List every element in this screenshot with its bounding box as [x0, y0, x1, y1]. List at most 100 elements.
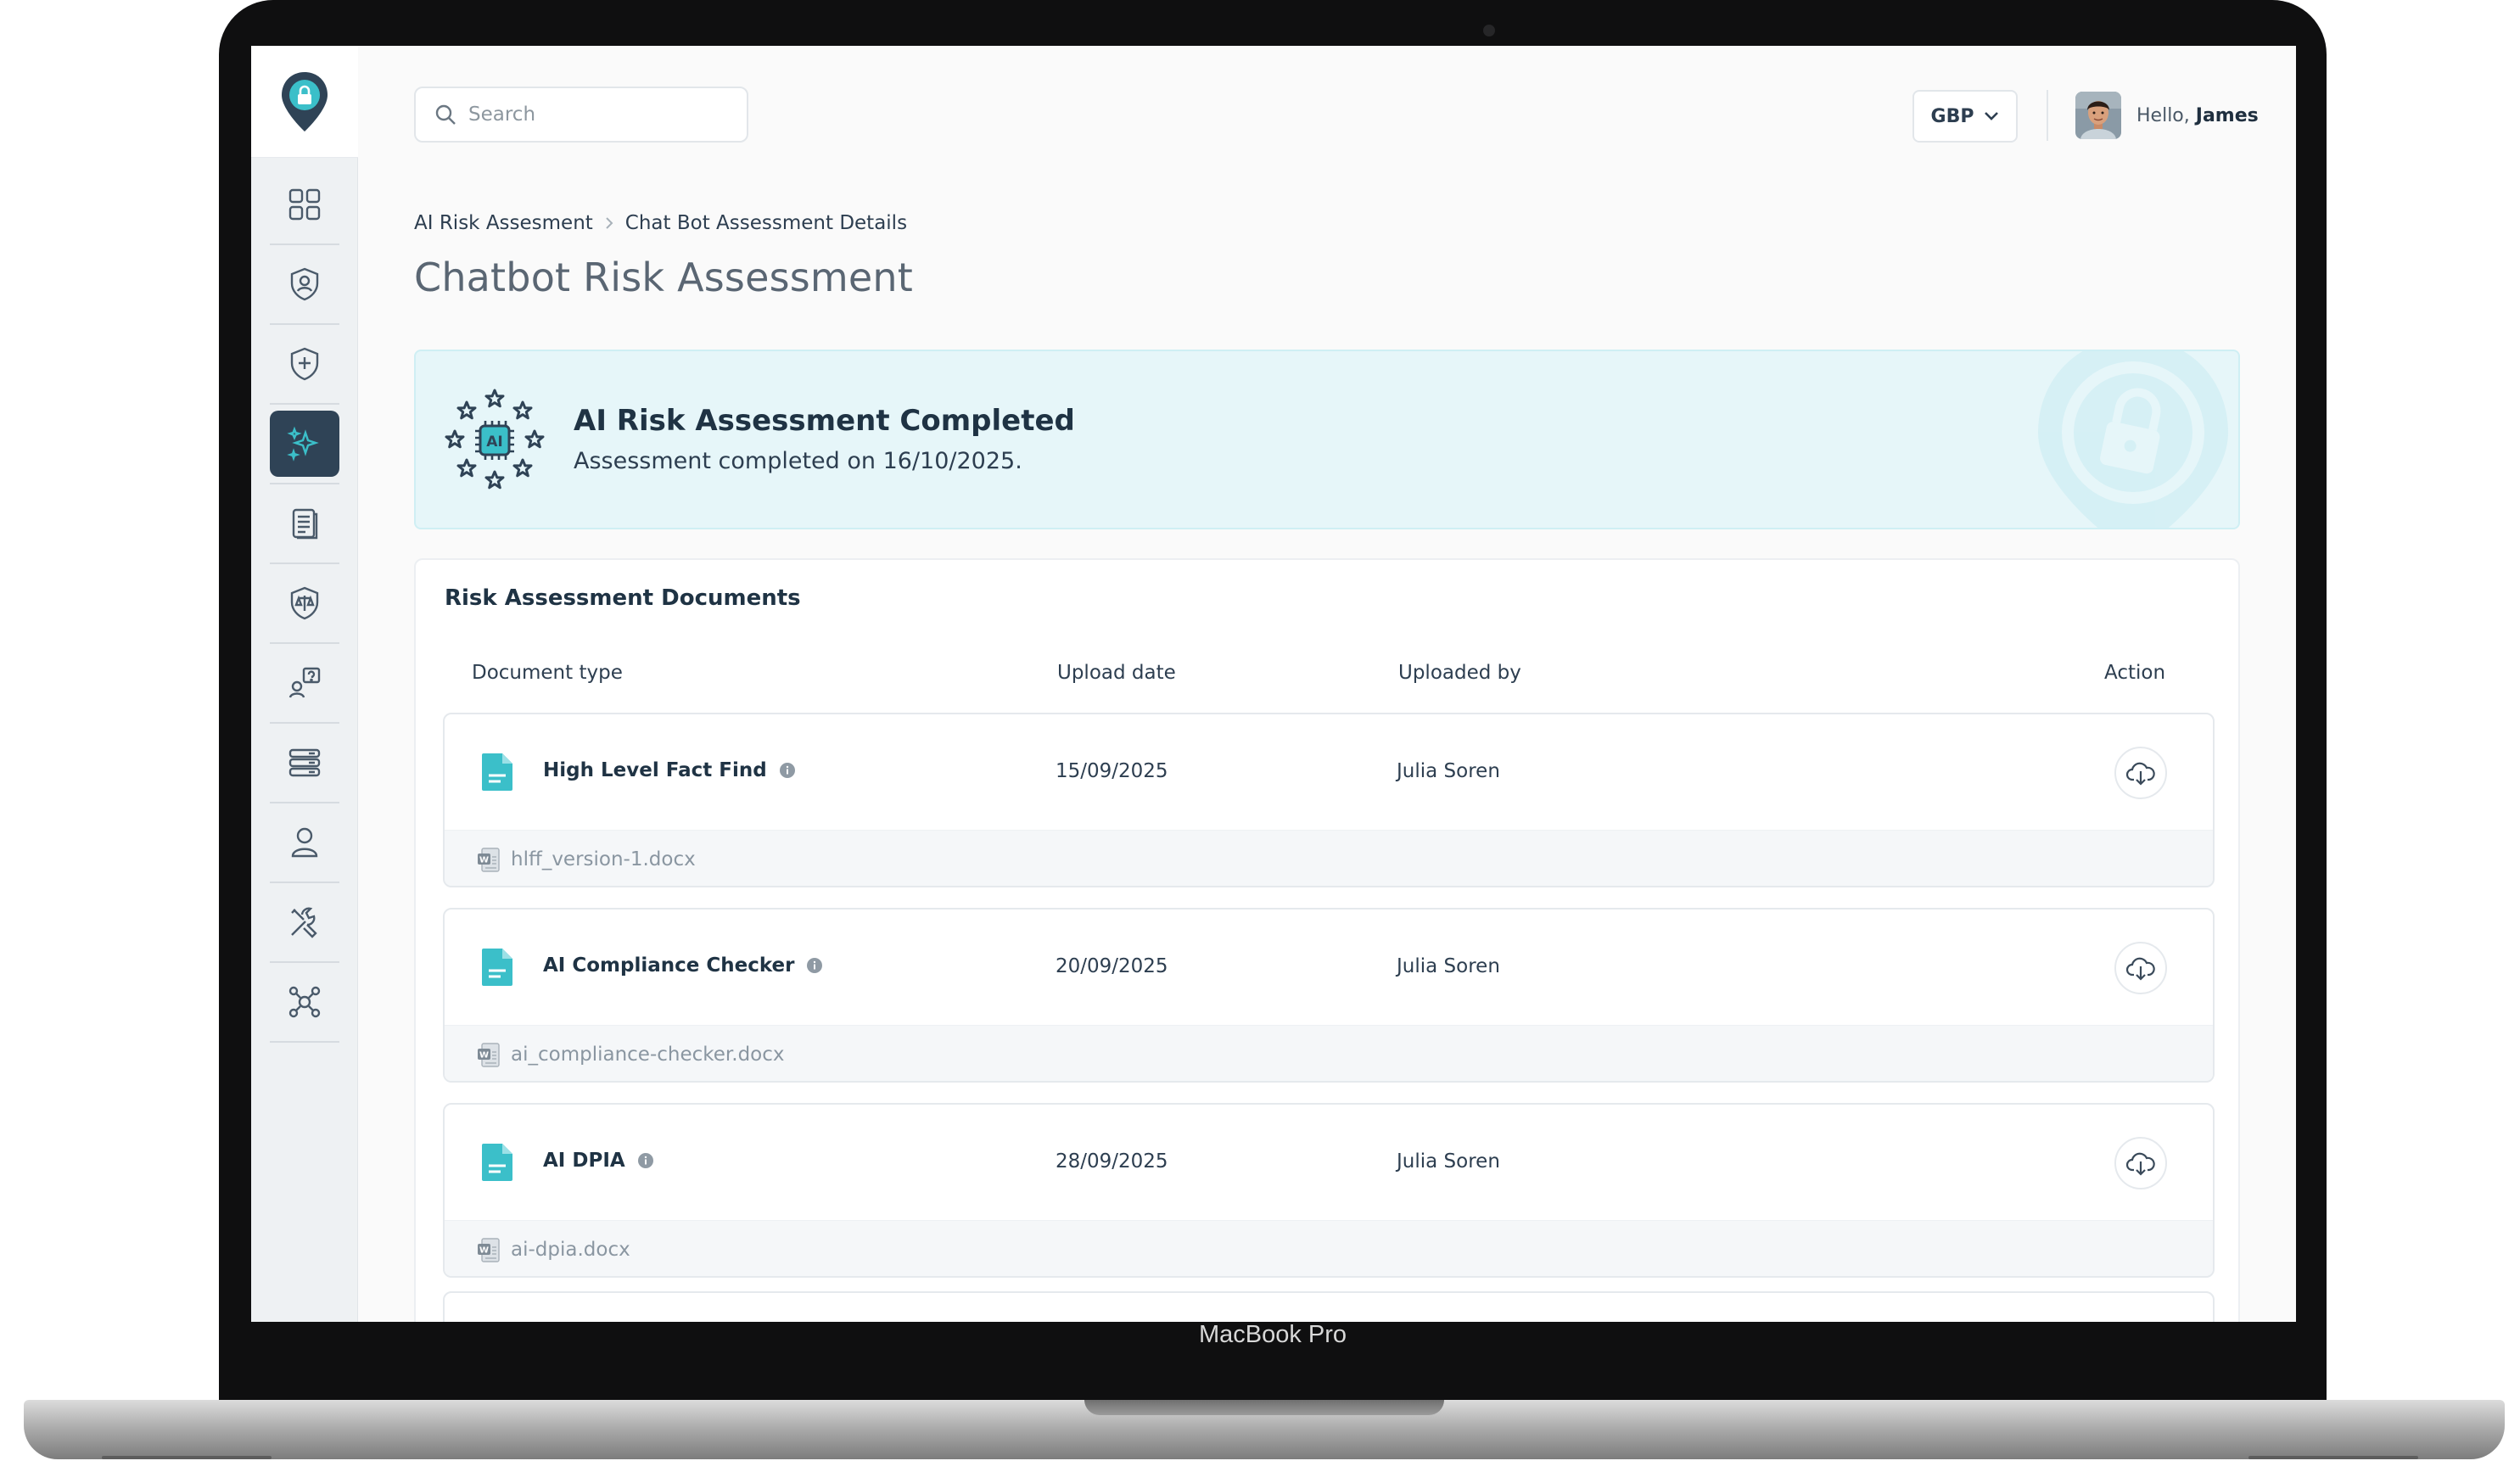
sidebar [251, 46, 358, 1322]
user-question-icon [288, 667, 321, 698]
document-type: AI Compliance Checker [543, 954, 823, 977]
greeting-prefix: Hello, [2136, 105, 2190, 126]
location-lock-logo-icon [282, 71, 328, 132]
sidebar-item-support[interactable] [270, 650, 339, 724]
completion-banner: AI AI Risk Assessment Completed Assessme… [414, 350, 2240, 529]
document-icon [482, 753, 512, 791]
banner-subtitle: Assessment completed on 16/10/2025. [574, 448, 1022, 474]
cloud-download-icon [2126, 957, 2155, 981]
column-header-action: Action [2104, 662, 2166, 684]
word-file-icon: W [478, 1043, 500, 1067]
chevron-right-icon [606, 217, 613, 229]
sidebar-item-ai-risk[interactable] [270, 411, 339, 484]
download-button[interactable] [2114, 747, 2167, 799]
avatar-portrait [2075, 92, 2121, 139]
row-main: AI DPIA 28/09/2025 Julia Soren [445, 1105, 2213, 1220]
search-input[interactable] [468, 104, 723, 126]
attached-file[interactable]: W ai_compliance-checker.docx [445, 1025, 2213, 1081]
sidebar-item-user-protection[interactable] [270, 251, 339, 325]
upload-date: 28/09/2025 [1056, 1150, 1168, 1173]
scales-shield-icon [290, 586, 319, 620]
search-icon [435, 104, 456, 125]
header-divider [2047, 90, 2048, 141]
documents-card: Risk Assessment Documents Document type … [414, 558, 2240, 1322]
document-type-label: AI Compliance Checker [543, 954, 795, 977]
table-row: High Level Fact Find 15/09/2025 Julia So… [443, 713, 2215, 887]
table-row: AI Compliance Checker 20/09/2025 Julia S… [443, 908, 2215, 1083]
laptop-foot-right [2248, 1456, 2418, 1459]
ai-stars-badge-icon: AI [445, 389, 545, 490]
column-header-upload-date: Upload date [1057, 662, 1176, 684]
upload-date: 20/09/2025 [1056, 955, 1168, 977]
row-main: AI Compliance Checker 20/09/2025 Julia S… [445, 910, 2213, 1025]
file-name[interactable]: ai-dpia.docx [511, 1239, 630, 1261]
uploaded-by: Julia Soren [1397, 1150, 1500, 1173]
word-file-icon: W [478, 848, 500, 872]
currency-select[interactable]: GBP [1912, 90, 2018, 143]
badge-text: AI [486, 434, 502, 451]
attached-file[interactable]: W hlff_version-1.docx [445, 830, 2213, 886]
page-title: Chatbot Risk Assessment [414, 255, 914, 300]
laptop-notch [1084, 1400, 1444, 1415]
greeting-user-name: James [2195, 105, 2259, 126]
svg-text:W: W [479, 856, 489, 865]
sidebar-item-users[interactable] [270, 809, 339, 883]
document-icon [482, 1144, 512, 1181]
dashboard-grid-icon [288, 188, 321, 221]
info-icon[interactable] [806, 957, 823, 974]
document-type-label: AI DPIA [543, 1150, 625, 1172]
camera-dot [1483, 25, 1495, 36]
device-label: MacBook Pro [1198, 1321, 1347, 1348]
document-type: High Level Fact Find [543, 759, 796, 781]
currency-value: GBP [1930, 105, 1974, 127]
sidebar-item-compliance[interactable] [270, 570, 339, 644]
sidebar-item-health-protection[interactable] [270, 331, 339, 405]
app-screen: GBP Hello, James AI Risk Assesment Chat … [251, 46, 2296, 1322]
tools-icon [291, 907, 317, 938]
documents-title: Risk Assessment Documents [445, 585, 801, 611]
cloud-download-icon [2126, 1152, 2155, 1176]
user-shield-icon [290, 267, 319, 301]
word-file-icon: W [478, 1238, 500, 1262]
network-icon [288, 986, 321, 1018]
cloud-download-icon [2126, 762, 2155, 786]
document-type-label: High Level Fact Find [543, 759, 767, 781]
sidebar-nav [270, 171, 339, 1049]
user-greeting: Hello, James [2136, 105, 2259, 126]
sidebar-item-tools[interactable] [270, 889, 339, 963]
upload-date: 15/09/2025 [1056, 760, 1168, 782]
lock-pin-watermark-icon [2038, 351, 2228, 528]
uploaded-by: Julia Soren [1397, 760, 1500, 782]
file-name[interactable]: ai_compliance-checker.docx [511, 1044, 785, 1066]
row-main: High Level Fact Find 15/09/2025 Julia So… [445, 714, 2213, 830]
sidebar-item-documents[interactable] [270, 490, 339, 564]
breadcrumb-link-ai-risk[interactable]: AI Risk Assesment [414, 212, 593, 234]
breadcrumb: AI Risk Assesment Chat Bot Assessment De… [414, 212, 907, 234]
column-header-uploaded-by: Uploaded by [1398, 662, 1521, 684]
document-list-icon [292, 508, 318, 540]
svg-text:W: W [479, 1246, 489, 1256]
info-icon[interactable] [779, 762, 796, 779]
table-row: AI DPIA 28/09/2025 Julia Soren W ai-dpia… [443, 1103, 2215, 1278]
uploaded-by: Julia Soren [1397, 955, 1500, 977]
file-name[interactable]: hlff_version-1.docx [511, 848, 696, 870]
ai-sparkle-icon [287, 426, 319, 462]
sidebar-item-dashboard[interactable] [270, 171, 339, 245]
info-icon[interactable] [637, 1152, 654, 1169]
svg-text:W: W [479, 1051, 489, 1061]
user-avatar[interactable] [2075, 92, 2121, 139]
sidebar-item-data[interactable] [270, 730, 339, 803]
table-row-partial [443, 1291, 2215, 1322]
chevron-down-icon [1985, 112, 1999, 120]
banner-title: AI Risk Assessment Completed [574, 404, 1075, 438]
laptop-foot-left [102, 1456, 272, 1459]
app-logo[interactable] [251, 46, 358, 158]
document-icon [482, 949, 512, 986]
medical-shield-icon [290, 347, 319, 381]
sidebar-item-integrations[interactable] [270, 969, 339, 1043]
search-box[interactable] [414, 87, 748, 143]
download-button[interactable] [2114, 1137, 2167, 1189]
user-icon [291, 827, 318, 858]
download-button[interactable] [2114, 942, 2167, 994]
attached-file[interactable]: W ai-dpia.docx [445, 1220, 2213, 1276]
